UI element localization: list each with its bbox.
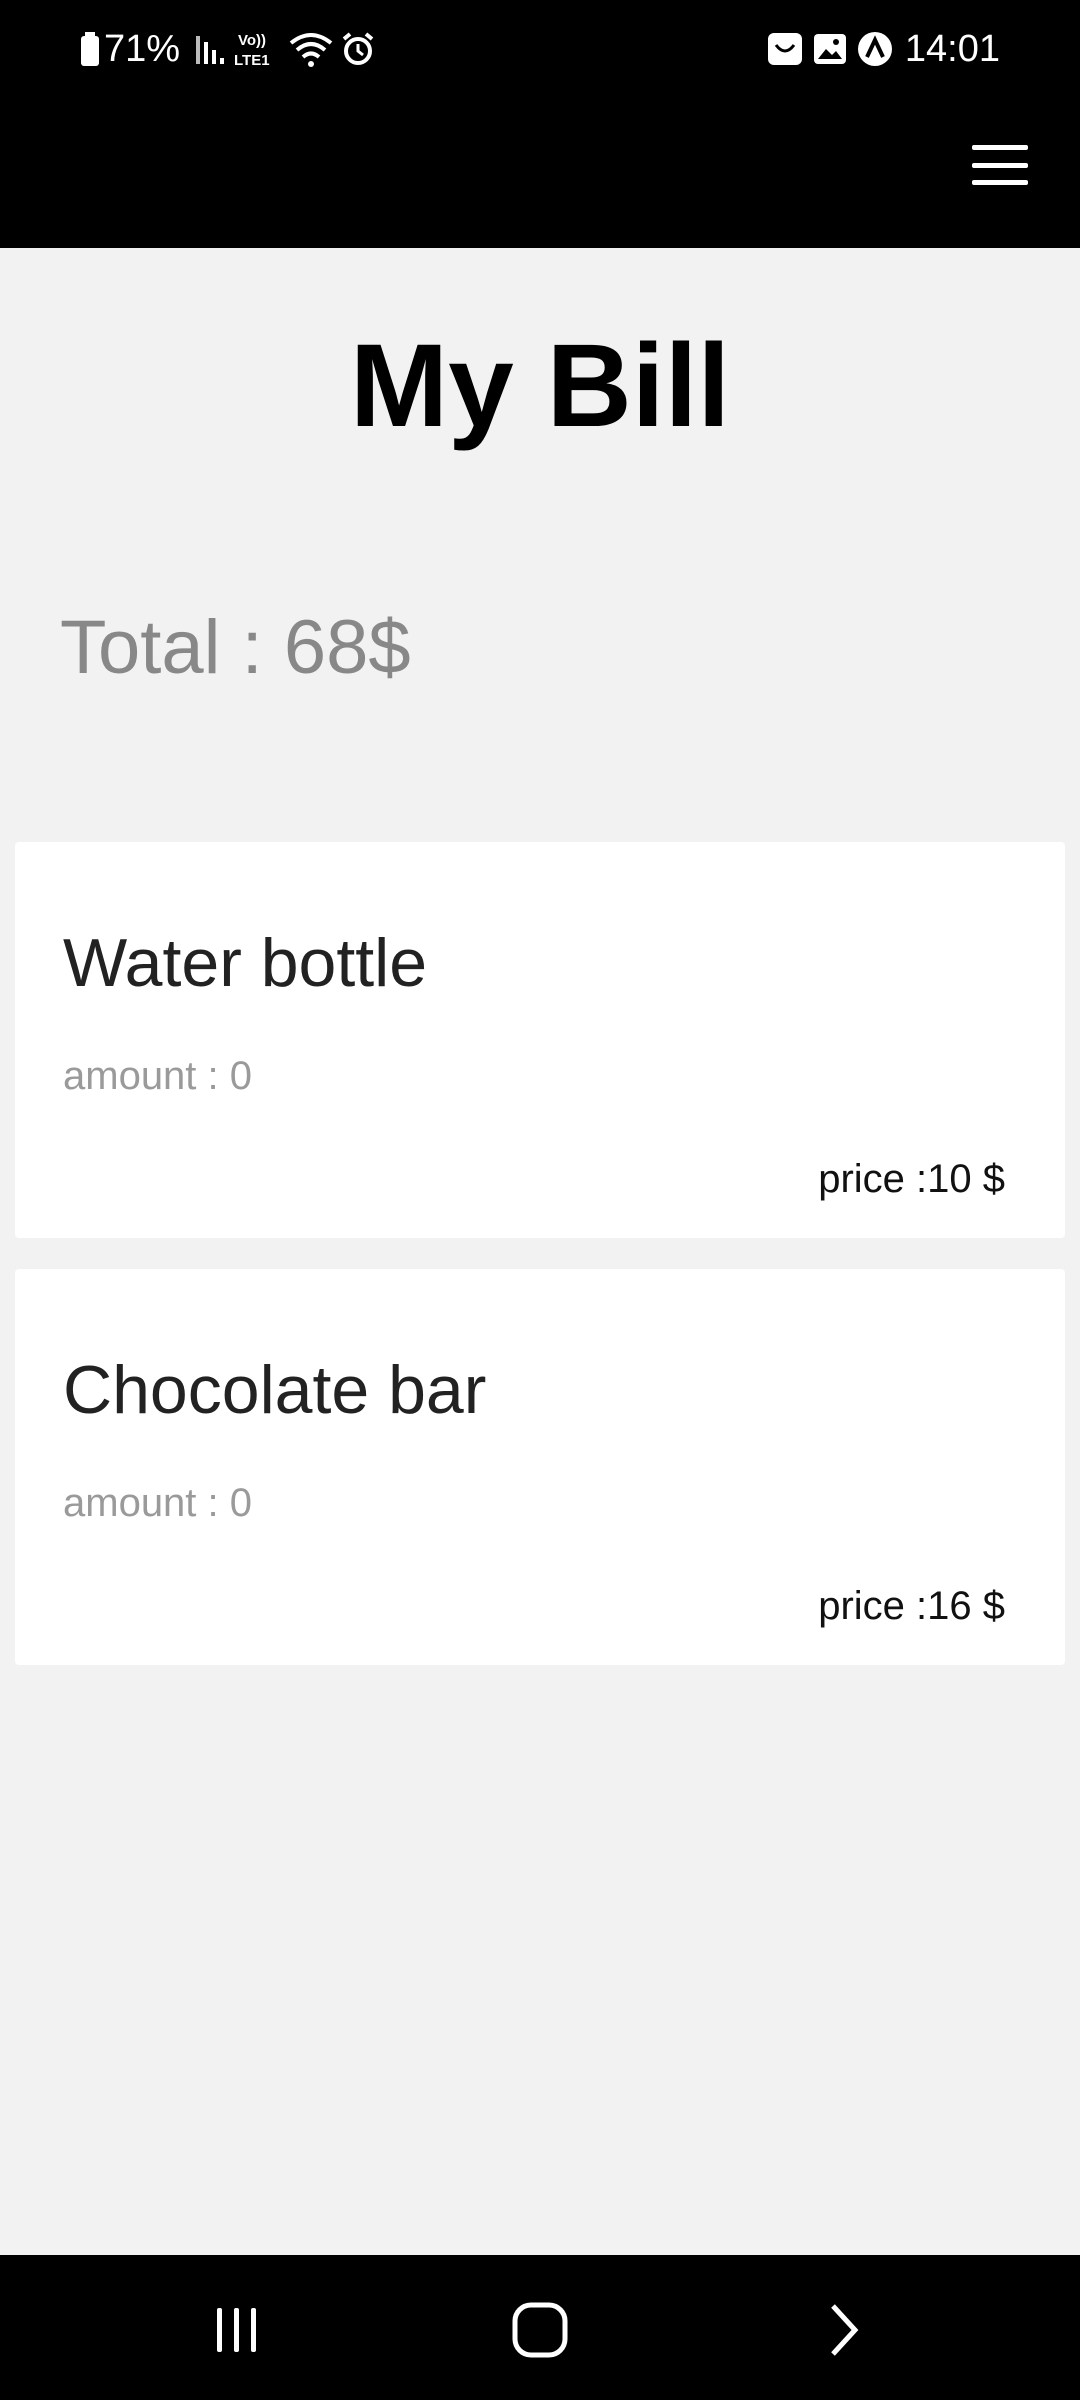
item-price: price :16 $ [818,1584,1005,1628]
menu-line [972,145,1028,150]
item-name: Chocolate bar [63,1352,487,1428]
menu-line [972,162,1028,168]
page-title: My Bill [349,320,731,452]
alarm-icon [340,31,376,67]
status-right: 14:01 [767,26,1000,72]
recent-apps-icon[interactable] [197,2295,277,2365]
svg-text:LTE1: LTE1 [234,52,270,69]
menu-line [972,180,1028,185]
item-amount: amount : 0 [63,1054,253,1098]
system-nav-bar [0,2255,1080,2400]
bill-total: Total : 68$ [60,605,411,690]
app-icon [857,31,893,67]
shop-icon [767,31,803,67]
svg-text:Vo)): Vo)) [238,32,266,49]
signal-icon [194,32,228,66]
bill-item-card[interactable]: Chocolate bar amount : 0 price :16 $ [15,1269,1065,1665]
item-amount: amount : 0 [63,1481,253,1525]
app-bar [0,100,1080,248]
item-price: price :10 $ [818,1157,1005,1201]
home-icon[interactable] [500,2295,580,2365]
hamburger-menu-icon[interactable] [970,140,1030,190]
gallery-icon [813,32,847,66]
battery-icon [80,32,100,66]
battery-percent: 71% [104,27,181,70]
bill-item-card[interactable]: Water bottle amount : 0 price :10 $ [15,842,1065,1238]
clock: 14:01 [904,27,1000,70]
volte-icon: Vo)) LTE1 [234,29,278,69]
wifi-icon [288,29,334,69]
back-icon[interactable] [803,2295,883,2365]
status-left: 71% Vo)) LTE1 [80,26,376,72]
status-bar: 71% Vo)) LTE1 14:01 [0,0,1080,100]
item-name: Water bottle [63,925,428,1001]
